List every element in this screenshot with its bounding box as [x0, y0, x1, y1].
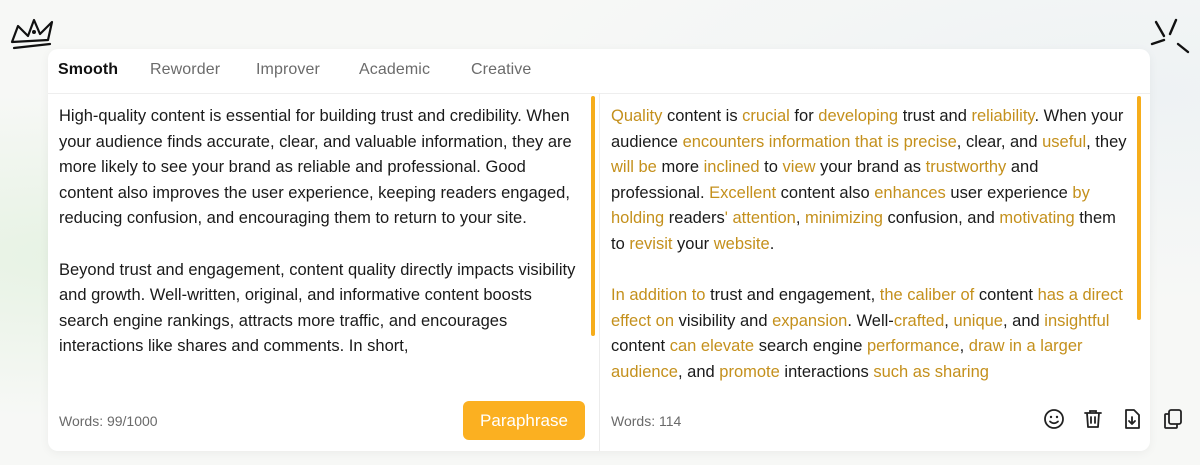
- changed-phrase[interactable]: crucial: [742, 107, 790, 125]
- tab-improver[interactable]: Improver: [256, 61, 320, 79]
- unchanged-text: search engine: [754, 337, 867, 356]
- output-pane: Quality content is crucial for developin…: [600, 93, 1182, 451]
- sparkle-doodle-icon: [1150, 18, 1190, 54]
- changed-phrase[interactable]: inclined: [704, 158, 760, 176]
- output-paragraph: In addition to trust and engagement, the…: [611, 283, 1128, 385]
- changed-phrase[interactable]: insightful: [1044, 312, 1109, 330]
- tab-academic[interactable]: Academic: [359, 61, 430, 79]
- input-word-count: Words: 99/1000: [59, 413, 158, 429]
- unchanged-text: visibility and: [674, 311, 773, 330]
- input-scrollbar[interactable]: [591, 96, 595, 336]
- unchanged-text: readers: [664, 209, 725, 228]
- unchanged-text: .: [769, 234, 775, 253]
- unchanged-text: ,: [795, 209, 805, 228]
- unchanged-text: content: [611, 337, 670, 356]
- unchanged-text: interactions: [779, 362, 874, 381]
- changed-phrase[interactable]: attention: [733, 209, 796, 227]
- output-word-count: Words: 114: [611, 413, 682, 429]
- changed-phrase[interactable]: revisit: [629, 235, 672, 253]
- changed-phrase[interactable]: useful: [1042, 133, 1086, 151]
- mode-tabs: Smooth Reworder Improver Academic Creati…: [48, 49, 1150, 94]
- crown-doodle-icon: [10, 18, 54, 50]
- changed-phrase[interactable]: enhances: [874, 184, 946, 202]
- changed-phrase[interactable]: trustworthy: [926, 158, 1007, 176]
- changed-phrase[interactable]: such as sharing: [873, 363, 989, 381]
- output-text: Quality content is crucial for developin…: [611, 104, 1128, 386]
- unchanged-text: , and: [1003, 311, 1045, 330]
- changed-phrase[interactable]: motivating: [999, 209, 1074, 227]
- changed-phrase[interactable]: performance: [867, 337, 960, 355]
- changed-phrase[interactable]: minimizing: [805, 209, 883, 227]
- changed-phrase[interactable]: reliability: [971, 107, 1034, 125]
- changed-phrase[interactable]: In addition to: [611, 286, 706, 304]
- changed-phrase[interactable]: Excellent: [709, 184, 776, 202]
- changed-phrase[interactable]: promote: [719, 363, 780, 381]
- input-paragraph: Beyond trust and engagement, content qua…: [59, 260, 576, 356]
- unchanged-text: , and: [677, 362, 720, 381]
- tab-creative[interactable]: Creative: [471, 61, 531, 79]
- changed-phrase[interactable]: the caliber of: [880, 286, 974, 304]
- output-paragraph: Quality content is crucial for developin…: [611, 104, 1128, 258]
- tab-reworder[interactable]: Reworder: [150, 61, 220, 79]
- tab-smooth[interactable]: Smooth: [58, 61, 118, 79]
- unchanged-text: your: [672, 234, 714, 253]
- unchanged-text: trust and: [898, 107, 972, 125]
- changed-phrase[interactable]: Quality: [611, 107, 662, 125]
- unchanged-text: , clear, and: [956, 132, 1043, 151]
- changed-phrase[interactable]: crafted: [894, 312, 944, 330]
- unchanged-text: user experience: [945, 183, 1073, 202]
- copy-icon[interactable]: [1161, 407, 1185, 431]
- changed-phrase[interactable]: view: [783, 158, 816, 176]
- changed-phrase[interactable]: website: [714, 235, 770, 253]
- changed-phrase[interactable]: unique: [953, 312, 1003, 330]
- unchanged-text: . Well-: [847, 311, 894, 330]
- unchanged-text: trust and engagement,: [705, 286, 880, 305]
- paraphrase-button[interactable]: Paraphrase: [463, 401, 585, 440]
- unchanged-text: , they: [1086, 132, 1127, 151]
- download-icon[interactable]: [1120, 407, 1144, 431]
- unchanged-text: content is: [662, 107, 743, 125]
- unchanged-text: more: [656, 158, 704, 177]
- changed-phrase[interactable]: can elevate: [670, 337, 754, 355]
- input-paragraph: High-quality content is essential for bu…: [59, 107, 572, 228]
- unchanged-text: for: [789, 107, 819, 125]
- input-textarea[interactable]: High-quality content is essential for bu…: [59, 104, 579, 386]
- unchanged-text: content: [974, 286, 1038, 305]
- unchanged-text: confusion, and: [882, 209, 1000, 228]
- changed-phrase[interactable]: will be: [611, 158, 657, 176]
- smiley-icon[interactable]: [1042, 407, 1066, 431]
- unchanged-text: ,: [959, 337, 969, 356]
- unchanged-text: to: [759, 158, 783, 177]
- unchanged-text: your brand as: [815, 158, 926, 177]
- trash-icon[interactable]: [1081, 407, 1105, 431]
- output-scrollbar[interactable]: [1137, 96, 1141, 320]
- changed-phrase[interactable]: developing: [818, 107, 898, 125]
- paraphraser-card: Smooth Reworder Improver Academic Creati…: [48, 49, 1182, 451]
- input-pane: High-quality content is essential for bu…: [48, 93, 598, 451]
- changed-phrase[interactable]: encounters information that is precise: [683, 133, 957, 151]
- unchanged-text: content also: [776, 183, 875, 202]
- changed-phrase[interactable]: expansion: [772, 312, 847, 330]
